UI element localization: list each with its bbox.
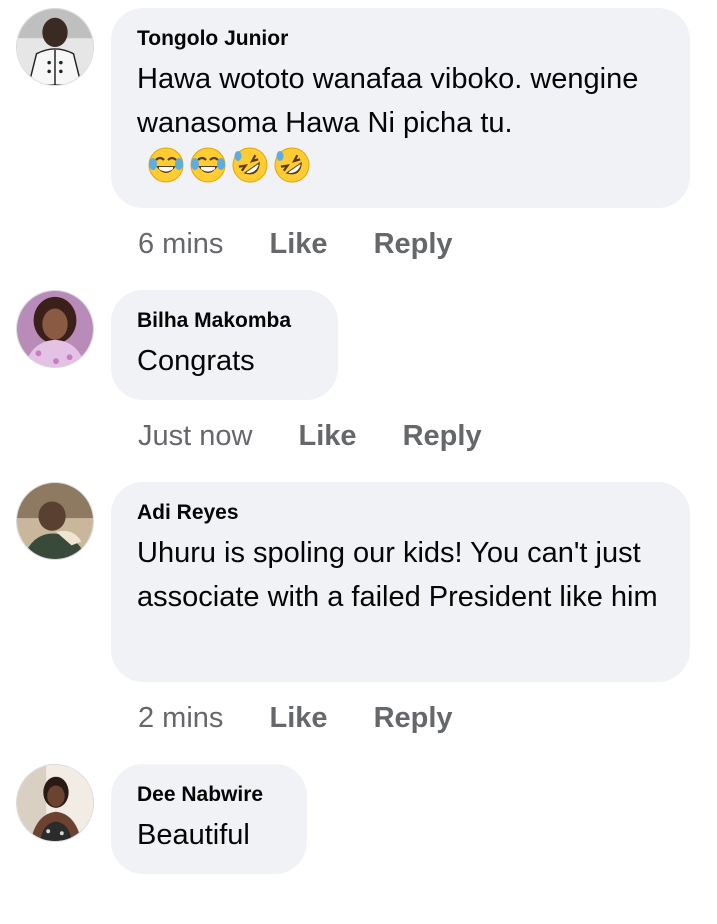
- comment-author[interactable]: Bilha Makomba: [137, 307, 312, 335]
- comment-bubble: Bilha Makomba Congrats: [111, 290, 338, 400]
- comment-timestamp[interactable]: 6 mins: [138, 226, 223, 262]
- avatar[interactable]: [16, 290, 94, 368]
- reply-button[interactable]: Reply: [403, 418, 482, 454]
- comment-bubble: Adi Reyes Uhuru is spoling our kids! You…: [111, 482, 690, 682]
- reply-button[interactable]: Reply: [374, 700, 453, 736]
- comment-author[interactable]: Dee Nabwire: [137, 781, 281, 809]
- user-photo-icon: [17, 765, 93, 841]
- user-photo-icon: [17, 291, 93, 367]
- comment-text: Beautiful: [137, 819, 250, 851]
- comment-timestamp[interactable]: 2 mins: [138, 700, 223, 736]
- user-photo-icon: [17, 9, 93, 85]
- comment-bubble: Tongolo Junior Hawa wototo wanafaa vibok…: [111, 8, 690, 208]
- comment-text: Hawa wototo wanafaa viboko. wengine wana…: [137, 57, 669, 197]
- like-button[interactable]: Like: [269, 700, 327, 736]
- user-photo-icon: [17, 483, 93, 559]
- tears-of-joy-emoji-icon: [189, 146, 227, 184]
- comment-actions: 6 mins Like Reply: [138, 226, 453, 262]
- avatar[interactable]: [16, 482, 94, 560]
- rolling-laughing-emoji-icon: [273, 146, 311, 184]
- comment-timestamp[interactable]: Just now: [138, 418, 252, 454]
- reply-button[interactable]: Reply: [374, 226, 453, 262]
- comment-text: Uhuru is spoling our kids! You can't jus…: [137, 537, 658, 613]
- comment-author[interactable]: Tongolo Junior: [137, 25, 664, 53]
- emoji-row: [147, 146, 315, 197]
- avatar[interactable]: [16, 8, 94, 86]
- tears-of-joy-emoji-icon: [147, 146, 185, 184]
- comment-actions: 2 mins Like Reply: [138, 700, 453, 736]
- avatar[interactable]: [16, 764, 94, 842]
- like-button[interactable]: Like: [299, 418, 357, 454]
- like-button[interactable]: Like: [269, 226, 327, 262]
- rolling-laughing-emoji-icon: [231, 146, 269, 184]
- comment-actions: [138, 888, 230, 924]
- comment-bubble: Dee Nabwire Beautiful: [111, 764, 307, 874]
- comment-body: Hawa wototo wanafaa viboko. wengine wana…: [137, 63, 639, 139]
- comment-author[interactable]: Adi Reyes: [137, 499, 664, 527]
- comment-actions: Just now Like Reply: [138, 418, 482, 454]
- comment-text: Congrats: [137, 345, 255, 377]
